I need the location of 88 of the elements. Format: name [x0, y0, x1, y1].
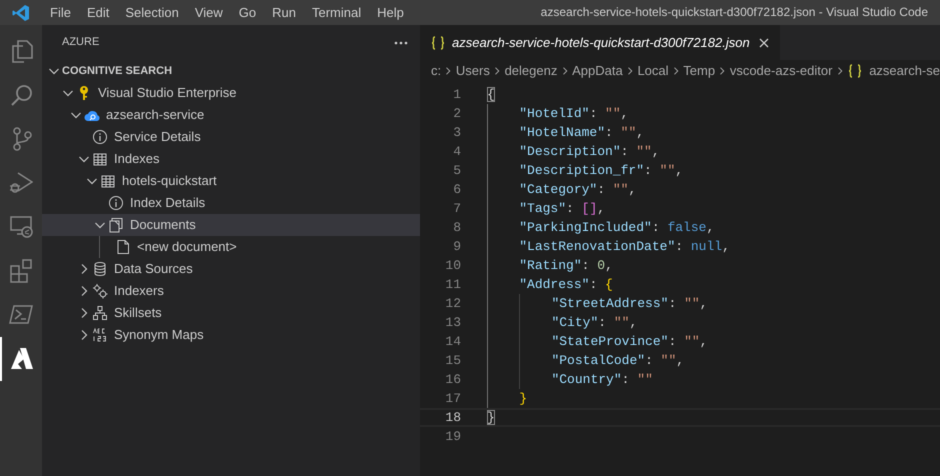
- gears-icon: [92, 283, 108, 299]
- line-number: 3: [452, 124, 461, 142]
- table-icon: [100, 173, 116, 189]
- tree-item[interactable]: azsearch-service: [42, 104, 420, 126]
- code-line: "Category": "",: [487, 180, 636, 199]
- menu-item[interactable]: Edit: [78, 0, 118, 25]
- menu-item[interactable]: Help: [369, 0, 412, 25]
- code-line: "HotelName": "",: [487, 123, 644, 142]
- tree-item[interactable]: Service Details: [42, 126, 420, 148]
- code-line: "Address": {: [487, 275, 613, 294]
- search-icon: [9, 82, 33, 108]
- code-line: "Tags": [],: [487, 199, 606, 218]
- code-line: "HotelId": "",: [487, 104, 628, 123]
- code-line: {: [487, 86, 495, 104]
- tree-item[interactable]: Data Sources: [42, 258, 420, 280]
- documents-icon: [108, 217, 124, 233]
- tree-item[interactable]: Documents: [42, 214, 420, 236]
- code-line: "PostalCode": "",: [487, 351, 684, 370]
- line-number: 18: [444, 410, 461, 425]
- code-line: "Country": "": [487, 370, 653, 389]
- tree-item[interactable]: Indexes: [42, 148, 420, 170]
- breadcrumb-item[interactable]: Users: [456, 61, 490, 81]
- editor-tab[interactable]: azsearch-service-hotels-quickstart-d300f72182.json: [420, 25, 780, 60]
- code-line: "ParkingIncluded": false,: [487, 218, 714, 237]
- line-number: 2: [452, 105, 461, 123]
- line-number: 5: [452, 162, 461, 180]
- braces-icon: [430, 34, 446, 50]
- code-line: "LastRenovationDate": null,: [487, 237, 730, 256]
- tree-item[interactable]: Synonym Maps: [42, 324, 420, 346]
- line-number: 6: [452, 181, 461, 199]
- tree-item[interactable]: Visual Studio Enterprise: [42, 82, 420, 104]
- breadcrumb-item[interactable]: azsearch-se: [847, 61, 940, 81]
- line-number: 1: [452, 86, 461, 104]
- line-number: 15: [444, 352, 461, 370]
- code-line: }: [487, 389, 528, 408]
- table-icon: [92, 151, 108, 167]
- line-number: 10: [444, 257, 461, 275]
- line-number: 16: [444, 371, 461, 389]
- breadcrumb-item[interactable]: Temp: [683, 61, 716, 81]
- menu-item[interactable]: File: [42, 0, 79, 25]
- code-line: "City": "",: [487, 313, 638, 332]
- abc-123-icon: [92, 327, 108, 343]
- line-number: 9: [452, 238, 461, 256]
- files-icon: [9, 38, 33, 64]
- line-number: 14: [444, 333, 461, 351]
- braces-icon: [847, 63, 864, 79]
- menu-item[interactable]: View: [186, 0, 231, 25]
- tree-item[interactable]: <new document>: [42, 236, 420, 258]
- tree-item[interactable]: Indexers: [42, 280, 420, 302]
- more-actions-icon: [394, 40, 408, 44]
- breadcrumb-item[interactable]: delegenz: [504, 61, 558, 81]
- file-icon: [115, 239, 131, 255]
- menu-item[interactable]: Terminal: [304, 0, 370, 25]
- code-line: "StateProvince": "",: [487, 332, 708, 351]
- database-icon: [92, 261, 108, 277]
- info-icon: [92, 129, 108, 145]
- azure-icon: [10, 346, 34, 372]
- code-line: }: [487, 410, 495, 425]
- breadcrumb-item[interactable]: vscode-azs-editor: [730, 61, 832, 81]
- code-line: "Description_fr": "",: [487, 161, 684, 180]
- tree-item[interactable]: Index Details: [42, 192, 420, 214]
- remote-monitor-icon: [9, 214, 33, 240]
- hierarchy-icon: [92, 305, 108, 321]
- sidebar-title: AZURE: [62, 35, 100, 50]
- breadcrumb-item[interactable]: Local: [637, 61, 669, 81]
- line-number: 11: [444, 276, 461, 294]
- code-line: "Rating": 0,: [487, 256, 613, 275]
- menu-item[interactable]: Go: [230, 0, 264, 25]
- line-number: 13: [444, 314, 461, 332]
- menu-item[interactable]: Run: [264, 0, 304, 25]
- extensions-icon: [9, 258, 33, 284]
- code-line: "Description": "",: [487, 142, 660, 161]
- breadcrumb-item[interactable]: AppData: [572, 61, 623, 81]
- breadcrumb-item[interactable]: c:: [431, 61, 442, 81]
- code-line: "StreetAddress": "",: [487, 294, 708, 313]
- menu-item[interactable]: Selection: [117, 0, 187, 25]
- line-number: 19: [444, 428, 461, 446]
- info-icon: [108, 195, 124, 211]
- line-number: 8: [452, 219, 461, 237]
- tree-item[interactable]: hotels-quickstart: [42, 170, 420, 192]
- app-logo-icon: [12, 4, 30, 22]
- line-number: 4: [452, 143, 461, 161]
- window-title: azsearch-service-hotels-quickstart-d300f72182.json - Visual Studio Code: [540, 4, 929, 21]
- section-header[interactable]: COGNITIVE SEARCH: [42, 60, 420, 82]
- line-number: 12: [444, 295, 461, 313]
- line-number: 7: [452, 200, 461, 218]
- line-number: 17: [444, 390, 461, 408]
- tree-item[interactable]: Skillsets: [42, 302, 420, 324]
